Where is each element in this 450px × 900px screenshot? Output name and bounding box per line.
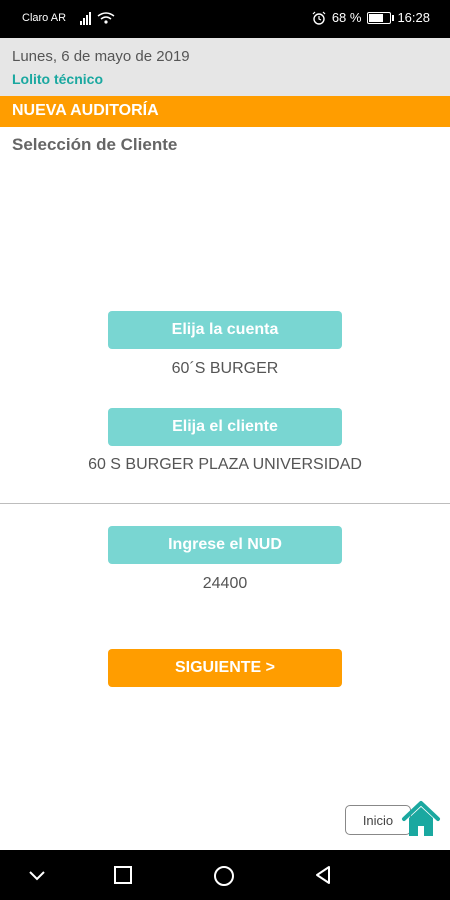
next-button[interactable]: SIGUIENTE > (108, 649, 342, 687)
android-nav-bar (0, 850, 450, 900)
enter-nud-button[interactable]: Ingrese el NUD (108, 526, 342, 564)
section-subtitle: Selección de Cliente (12, 135, 178, 154)
header: Lunes, 6 de mayo de 2019 Lolito técnico (0, 38, 450, 96)
back-triangle-icon[interactable] (313, 865, 333, 885)
page-title: NUEVA AUDITORÍA (12, 102, 159, 119)
home-button[interactable]: Inicio (345, 800, 440, 840)
carrier-label: Claro AR (22, 12, 67, 24)
divider (0, 503, 450, 504)
client-value: 60 S BURGER PLAZA UNIVERSIDAD (88, 456, 362, 473)
home-circle-icon[interactable] (213, 865, 235, 887)
date-label: Lunes, 6 de mayo de 2019 (12, 48, 190, 65)
choose-account-button[interactable]: Elija la cuenta (108, 311, 342, 349)
status-right: 68 % 16:28 (312, 10, 430, 25)
choose-client-button[interactable]: Elija el cliente (108, 408, 342, 446)
recents-square-icon[interactable] (113, 865, 133, 885)
battery-icon (367, 11, 395, 24)
chevron-down-icon[interactable] (27, 865, 47, 885)
clock: 16:28 (397, 10, 430, 25)
status-bar: Claro AR 68 % 16:28 (0, 0, 450, 38)
battery-percent: 68 % (331, 10, 362, 25)
title-banner: NUEVA AUDITORÍA (0, 96, 450, 127)
nud-value: 24400 (202, 575, 248, 592)
user-label: Lolito técnico (12, 71, 103, 87)
alarm-icon (312, 11, 326, 25)
account-value: 60´S BURGER (171, 360, 279, 377)
house-icon (402, 801, 440, 836)
signal-wifi-icon (80, 12, 115, 25)
